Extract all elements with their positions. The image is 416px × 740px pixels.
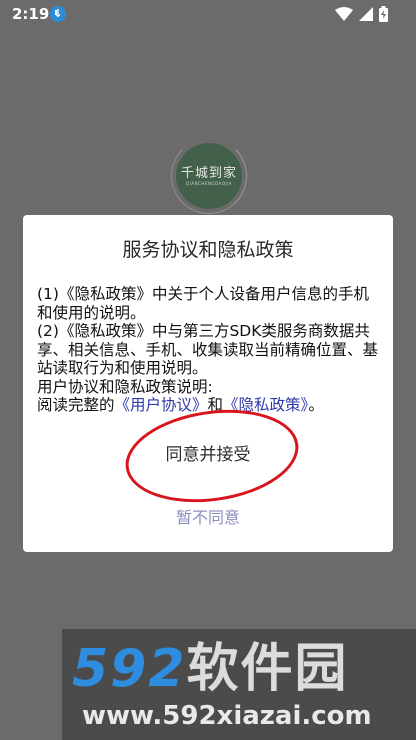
policy-paragraph-2: (2)《隐私政策》中与第三方SDK类服务商数据共享、相关信息、手机、收集读取当前… [37,322,379,377]
status-icons [335,6,388,22]
watermark-logo: 592软件园 [72,641,349,697]
watermark-url: www.592xiazai.com [82,701,372,731]
signal-icon [359,7,373,21]
battery-charging-icon [379,6,388,22]
agree-button[interactable]: 同意并接受 [23,440,393,465]
and-text: 和 [207,396,224,414]
logo-subtitle: QIANCHENGDAOJIA [186,181,232,186]
read-prefix: 阅读完整的 [37,396,115,414]
dialog-title: 服务协议和隐私政策 [122,239,294,261]
watermark-brand: 软件园 [186,639,349,699]
logo-title: 千城到家 [180,166,237,181]
privacy-policy-link[interactable]: 《隐私政策》 [223,396,308,414]
app-logo: 千城到家 QIANCHENGDAOJIA [176,143,242,209]
watermark-banner: 592软件园 www.592xiazai.com [62,629,416,740]
status-bar: 2:19 ↓ [0,0,416,30]
read-suffix: 。 [308,396,324,414]
policy-paragraph-1: (1)《隐私政策》中关于个人设备用户信息的手机和使用的说明。 [37,285,369,322]
decline-button[interactable]: 暂不同意 [23,504,393,528]
user-agreement-link[interactable]: 《用户协议》 [115,396,208,414]
policy-paragraph-3: 用户协议和隐私政策说明: [37,377,213,396]
download-arrow-icon: ↓ [53,7,63,20]
watermark-digits: 592 [72,639,187,699]
dialog-body: (1)《隐私政策》中关于个人设备用户信息的手机和使用的说明。 (2)《隐私政策》… [37,285,382,415]
read-full-line: 阅读完整的《用户协议》和《隐私政策》。 [37,396,382,415]
wifi-icon [335,7,353,21]
privacy-dialog: 服务协议和隐私政策 (1)《隐私政策》中关于个人设备用户信息的手机和使用的说明。… [23,215,393,552]
status-time: 2:19 [12,5,50,23]
